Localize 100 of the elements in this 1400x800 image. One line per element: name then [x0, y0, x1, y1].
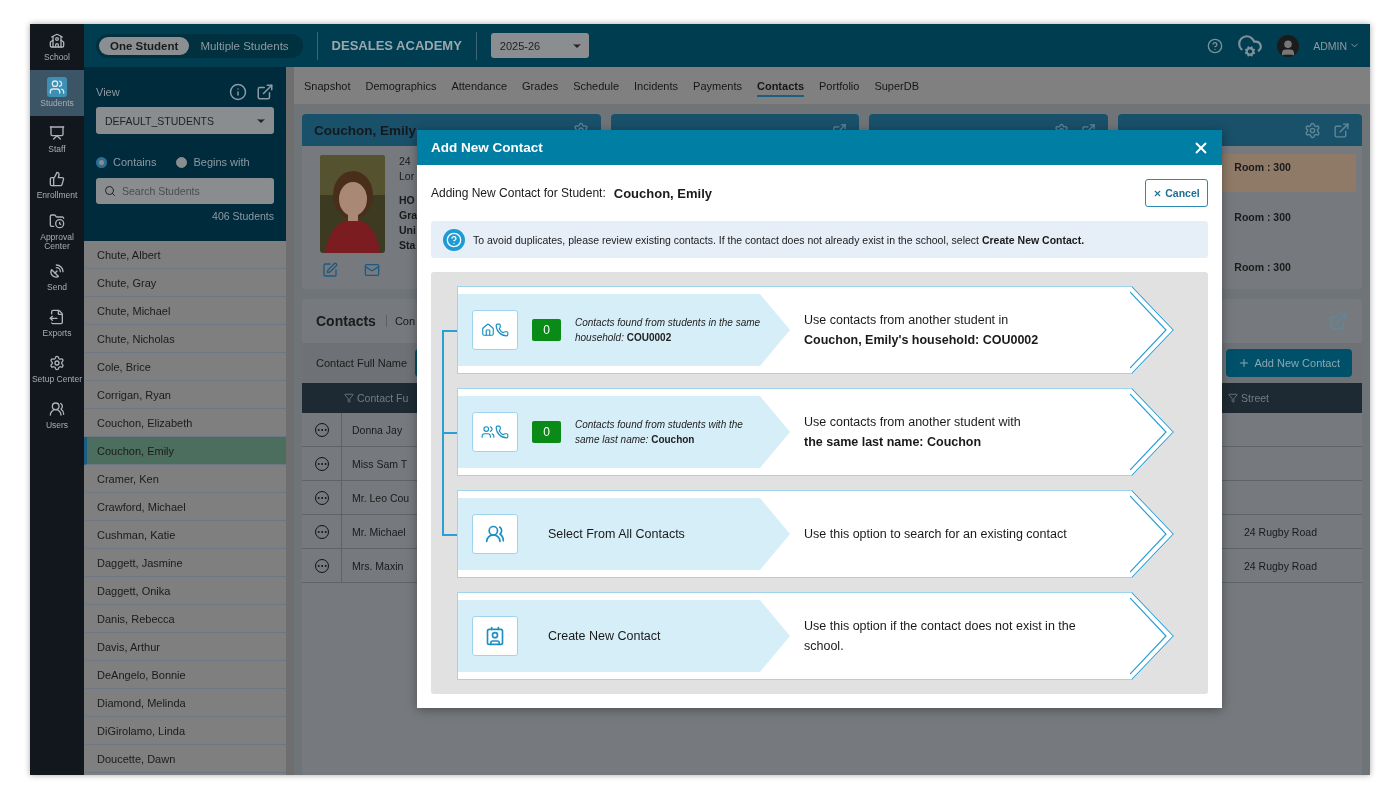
table-cell-text: Donna Jay [351, 423, 404, 436]
option-label: Select From All Contacts [548, 527, 685, 541]
nav-item[interactable]: Exports [30, 300, 84, 346]
group-icon [472, 514, 518, 554]
plus-icon [1238, 357, 1251, 369]
student-row[interactable]: Cramer, Ken [84, 465, 286, 493]
nav-item[interactable]: Setup Center [30, 346, 84, 392]
nav-item[interactable]: Students [30, 70, 84, 116]
address-text: Lor [399, 170, 416, 182]
field-label: Uni [399, 224, 417, 236]
gear-icon[interactable] [1304, 121, 1321, 139]
nav-item[interactable]: School [30, 24, 84, 70]
info-icon[interactable] [229, 83, 247, 101]
external-link-icon[interactable] [256, 83, 274, 101]
field-label: HO [399, 194, 416, 206]
tab[interactable]: Demographics [365, 74, 437, 97]
field-label: Gra [399, 209, 418, 221]
table-cell-text: Mr. Michael [351, 525, 407, 538]
column-header[interactable]: Street [1226, 392, 1362, 404]
match-radio[interactable]: Begins with [176, 156, 250, 168]
nav-item[interactable]: Send [30, 254, 84, 300]
group-icon [47, 77, 67, 98]
chevron-icon [1130, 592, 1174, 680]
student-row[interactable]: Chute, Albert [84, 241, 286, 269]
add-contact-button[interactable]: Add New Contact [1226, 349, 1352, 377]
student-row[interactable]: DiGirolamo, Linda [84, 717, 286, 745]
mode-option[interactable]: One Student [99, 36, 190, 55]
external-link-icon[interactable] [1333, 121, 1350, 139]
option-caption: Contacts found from students in the same household: COU0002 [575, 316, 762, 345]
filter-icon [1228, 393, 1238, 403]
student-name: Couchon, Emily [314, 122, 416, 138]
mode-option[interactable]: Multiple Students [189, 36, 300, 55]
contact-card-icon [472, 616, 518, 656]
option-card[interactable]: 0 Contacts found from students in the same household: COU0002 Use contacts from another student in Couchon, Emily's household: COU0002 [457, 286, 1174, 374]
tab[interactable]: Attendance [451, 74, 508, 97]
student-row[interactable]: Corrigan, Ryan [84, 381, 286, 409]
year-select[interactable]: 2025-26 [490, 33, 589, 58]
table-cell-text: Mrs. Maxin [351, 559, 405, 572]
table-cell-text: 24 Rugby Road [1243, 525, 1318, 538]
student-row[interactable]: Chute, Michael [84, 297, 286, 325]
student-row[interactable]: Diamond, Melinda [84, 689, 286, 717]
student-label: Adding New Contact for Student: [431, 186, 606, 200]
column-header[interactable]: Contact Fu [342, 392, 432, 404]
subtab[interactable]: Con [385, 315, 416, 327]
nav-item[interactable]: Approval Center [30, 208, 84, 254]
user-menu[interactable]: ADMIN [1313, 39, 1360, 52]
tab[interactable]: Snapshot [304, 74, 351, 97]
house-phone-icon [472, 310, 518, 350]
tab[interactable]: Portfolio [819, 74, 860, 97]
table-cell-text: Miss Sam T [351, 457, 409, 470]
student-row[interactable]: Davis, Arthur [84, 633, 286, 661]
contacts-title: Contacts [316, 313, 376, 329]
cancel-button[interactable]: Cancel [1145, 179, 1208, 207]
option-description: Use contacts from another student with the same last name: Couchon [804, 414, 1022, 451]
view-select[interactable]: DEFAULT_STUDENTS [96, 107, 274, 134]
tab[interactable]: SuperDB [874, 74, 920, 97]
nav-item[interactable]: Staff [30, 116, 84, 162]
tab[interactable]: Grades [522, 74, 559, 97]
match-radio[interactable]: Contains [96, 156, 157, 168]
room-text: Room : 300 [1233, 260, 1292, 275]
option-label: Create New Contact [548, 629, 661, 643]
tab[interactable]: Payments [693, 74, 742, 97]
search-field[interactable]: Search Students [96, 178, 274, 204]
option-card[interactable]: Select From All Contacts Use this option to search for an existing contact [457, 490, 1174, 578]
notice-text: To avoid duplicates, please review existing contacts. If the contact does not already exist in the school, select Create New Contact. [473, 233, 1085, 246]
nav-item[interactable]: Users [30, 392, 84, 438]
student-row[interactable]: Cole, Brice [84, 353, 286, 381]
student-name: Couchon, Emily [613, 185, 712, 201]
student-row[interactable]: DeAngelo, Bonnie [84, 661, 286, 689]
help-icon [443, 228, 465, 251]
cloud-key-icon[interactable] [1237, 32, 1264, 59]
student-row[interactable]: Crawford, Michael [84, 493, 286, 521]
search-icon [104, 185, 116, 197]
student-row[interactable]: Chute, Nicholas [84, 325, 286, 353]
student-row[interactable]: Chute, Gray [84, 269, 286, 297]
option-card[interactable]: 0 Contacts found from students with the same last name: Couchon Use contacts from another student with the same last name: Couchon [457, 388, 1174, 476]
student-count: 406 Students [212, 210, 274, 222]
tab[interactable]: Incidents [634, 74, 679, 97]
tab[interactable]: Contacts [756, 74, 805, 97]
filter-label: Contact Full Name [316, 357, 408, 369]
student-row[interactable]: Daggett, Jasmine [84, 549, 286, 577]
avatar[interactable] [1277, 34, 1300, 57]
count-badge: 0 [532, 319, 561, 341]
dialog-title: Add New Contact [431, 140, 543, 155]
close-icon [1153, 188, 1163, 198]
option-card[interactable]: Create New Contact Use this option if the contact does not exist in the school. [457, 592, 1174, 680]
radio-label: Contains [113, 156, 157, 168]
student-row[interactable]: Cushman, Katie [84, 521, 286, 549]
student-row[interactable]: Doucette, Dawn [84, 745, 286, 773]
option-description: Use this option if the contact does not exist in the school. [804, 618, 1077, 655]
student-row[interactable]: Daggett, Onika [84, 577, 286, 605]
chevron-icon [1130, 490, 1174, 578]
nav-item[interactable]: Enrollment [30, 162, 84, 208]
student-row[interactable]: Couchon, Emily [84, 437, 286, 465]
option-description: Use contacts from another student in Couchon, Emily's household: COU0002 [804, 312, 1040, 349]
student-row[interactable]: Danis, Rebecca [84, 605, 286, 633]
help-icon[interactable] [1207, 37, 1224, 54]
tab[interactable]: Schedule [573, 74, 619, 97]
people-phone-icon [472, 412, 518, 452]
radio-label: Begins with [193, 156, 250, 168]
